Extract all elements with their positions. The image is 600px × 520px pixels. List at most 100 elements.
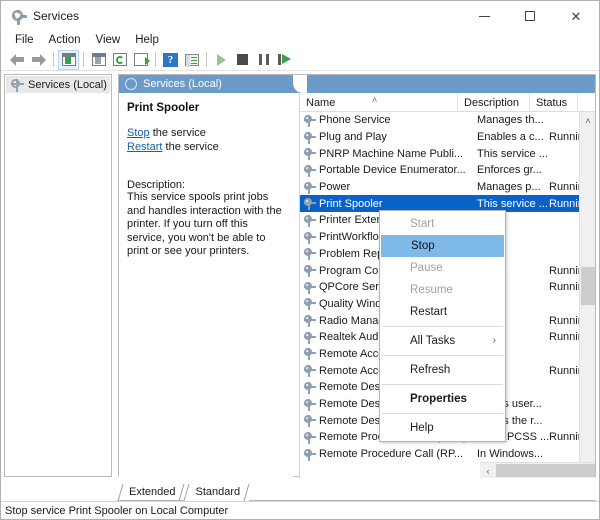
services-gear-icon	[10, 78, 24, 92]
service-gear-icon	[303, 381, 316, 394]
cell-name: Phone Service	[319, 114, 477, 126]
service-gear-icon	[303, 364, 316, 377]
help-icon[interactable]: ?	[160, 50, 181, 70]
cell-status: Running	[549, 198, 580, 210]
service-gear-icon	[303, 314, 316, 327]
tab-extended[interactable]: Extended	[118, 484, 184, 501]
menu-separator	[382, 355, 503, 356]
cell-description: Enables a c...	[477, 131, 549, 143]
context-menu-item-restart[interactable]: Restart	[380, 301, 505, 323]
service-gear-icon	[303, 247, 316, 260]
detail-pane-header-label: Services (Local)	[143, 78, 222, 90]
service-gear-icon	[303, 181, 316, 194]
service-gear-icon	[303, 347, 316, 360]
service-gear-icon	[303, 197, 316, 210]
restart-service-line: Restart the service	[127, 141, 285, 153]
cell-status: Running	[549, 281, 580, 293]
cell-description: This service ...	[477, 148, 549, 160]
scroll-up-icon[interactable]: ˄	[580, 112, 595, 129]
menu-help[interactable]: Help	[128, 33, 167, 47]
service-gear-icon	[303, 281, 316, 294]
column-header-status[interactable]: Status	[530, 93, 578, 112]
description-label: Description:	[127, 179, 285, 191]
close-button[interactable]: ✕	[553, 1, 599, 31]
menu-view[interactable]: View	[89, 33, 129, 47]
table-row[interactable]: PowerManages p...Running	[300, 179, 580, 196]
service-gear-icon	[303, 331, 316, 344]
service-gear-icon	[303, 164, 316, 177]
console-tree-pane: Services (Local)	[4, 74, 112, 477]
service-gear-icon	[303, 448, 316, 461]
table-row[interactable]: Remote Procedure Call (RP...In Windows..…	[300, 446, 580, 463]
table-row[interactable]: PNRP Machine Name Publi...This service .…	[300, 145, 580, 162]
menu-item-label: Refresh	[410, 364, 450, 376]
toolbar-separator	[206, 52, 207, 67]
context-menu-item-help[interactable]: Help	[380, 417, 505, 439]
service-gear-icon	[303, 214, 316, 227]
window-controls: ✕	[461, 1, 599, 31]
restart-service-link[interactable]: Restart	[127, 141, 162, 153]
stop-service-icon[interactable]	[232, 50, 253, 70]
context-menu-item-properties[interactable]: Properties	[380, 388, 505, 410]
pause-service-icon[interactable]	[253, 50, 274, 70]
list-horizontal-scrollbar[interactable]: ‹ ›	[480, 462, 595, 478]
properties-icon[interactable]	[88, 50, 109, 70]
service-gear-icon	[303, 147, 316, 160]
cell-name: Plug and Play	[319, 131, 477, 143]
menu-item-label: Properties	[410, 393, 467, 405]
toolbar: ?	[1, 49, 599, 71]
restart-service-suffix: the service	[162, 141, 218, 153]
menu-file[interactable]: File	[8, 33, 42, 47]
toolbar-separator	[83, 52, 84, 67]
cell-status: Running	[549, 331, 580, 343]
scroll-left-icon[interactable]: ‹	[480, 463, 496, 478]
tree-item-services-local[interactable]: Services (Local)	[6, 76, 110, 93]
show-hide-console-tree-icon[interactable]	[58, 50, 79, 70]
service-detail-title: Print Spooler	[127, 102, 285, 114]
services-gear-icon	[10, 8, 26, 24]
export-list-icon[interactable]	[130, 50, 151, 70]
context-menu-item-all-tasks[interactable]: All Tasks›	[380, 330, 505, 352]
table-row[interactable]: Plug and PlayEnables a c...Running	[300, 129, 580, 146]
cell-name: Power	[319, 181, 477, 193]
restart-service-icon[interactable]	[274, 50, 295, 70]
service-gear-icon	[303, 297, 316, 310]
start-service-icon[interactable]	[211, 50, 232, 70]
cell-status: Running	[549, 431, 580, 443]
back-arrow-icon[interactable]	[7, 50, 28, 70]
table-row[interactable]: Portable Device Enumerator...Enforces gr…	[300, 162, 580, 179]
cell-name: Portable Device Enumerator...	[319, 164, 477, 176]
refresh-icon[interactable]	[109, 50, 130, 70]
menu-bar: File Action View Help	[1, 31, 599, 49]
status-bar: Stop service Print Spooler on Local Comp…	[1, 501, 599, 519]
detail-pane-header: Services (Local)	[119, 75, 595, 93]
cell-name: Remote Procedure Call (RP...	[319, 448, 477, 460]
horizontal-scroll-thumb[interactable]	[496, 464, 595, 477]
tab-standard[interactable]: Standard	[184, 484, 249, 501]
minimize-button[interactable]	[461, 1, 507, 31]
forward-arrow-icon[interactable]	[28, 50, 49, 70]
stop-service-link[interactable]: Stop	[127, 127, 150, 139]
context-menu-item-refresh[interactable]: Refresh	[380, 359, 505, 381]
context-menu-item-stop[interactable]: Stop	[381, 235, 504, 257]
vertical-scroll-thumb[interactable]	[581, 267, 595, 305]
column-header-name[interactable]: Name ˄	[300, 93, 458, 112]
stop-service-line: Stop the service	[127, 127, 285, 139]
menu-action[interactable]: Action	[42, 33, 89, 47]
menu-item-label: Restart	[410, 306, 447, 318]
toolbar-separator	[53, 52, 54, 67]
description-text: This service spools print jobs and handl…	[127, 191, 285, 259]
column-header-description[interactable]: Description	[458, 93, 530, 112]
toolbar-separator	[155, 52, 156, 67]
header-curve	[293, 75, 307, 93]
list-vertical-scrollbar[interactable]: ˄ ˅	[579, 112, 595, 478]
stop-service-suffix: the service	[150, 127, 206, 139]
service-context-menu: StartStopPauseResumeRestartAll Tasks›Ref…	[379, 210, 506, 442]
service-gear-icon	[303, 264, 316, 277]
show-action-pane-icon[interactable]	[181, 50, 202, 70]
cell-status: Running	[549, 365, 580, 377]
cell-status: Running	[549, 265, 580, 277]
table-row[interactable]: Phone ServiceManages th...	[300, 112, 580, 129]
services-detail-pane: Services (Local) Print Spooler Stop the …	[118, 74, 596, 477]
maximize-button[interactable]	[507, 1, 553, 31]
